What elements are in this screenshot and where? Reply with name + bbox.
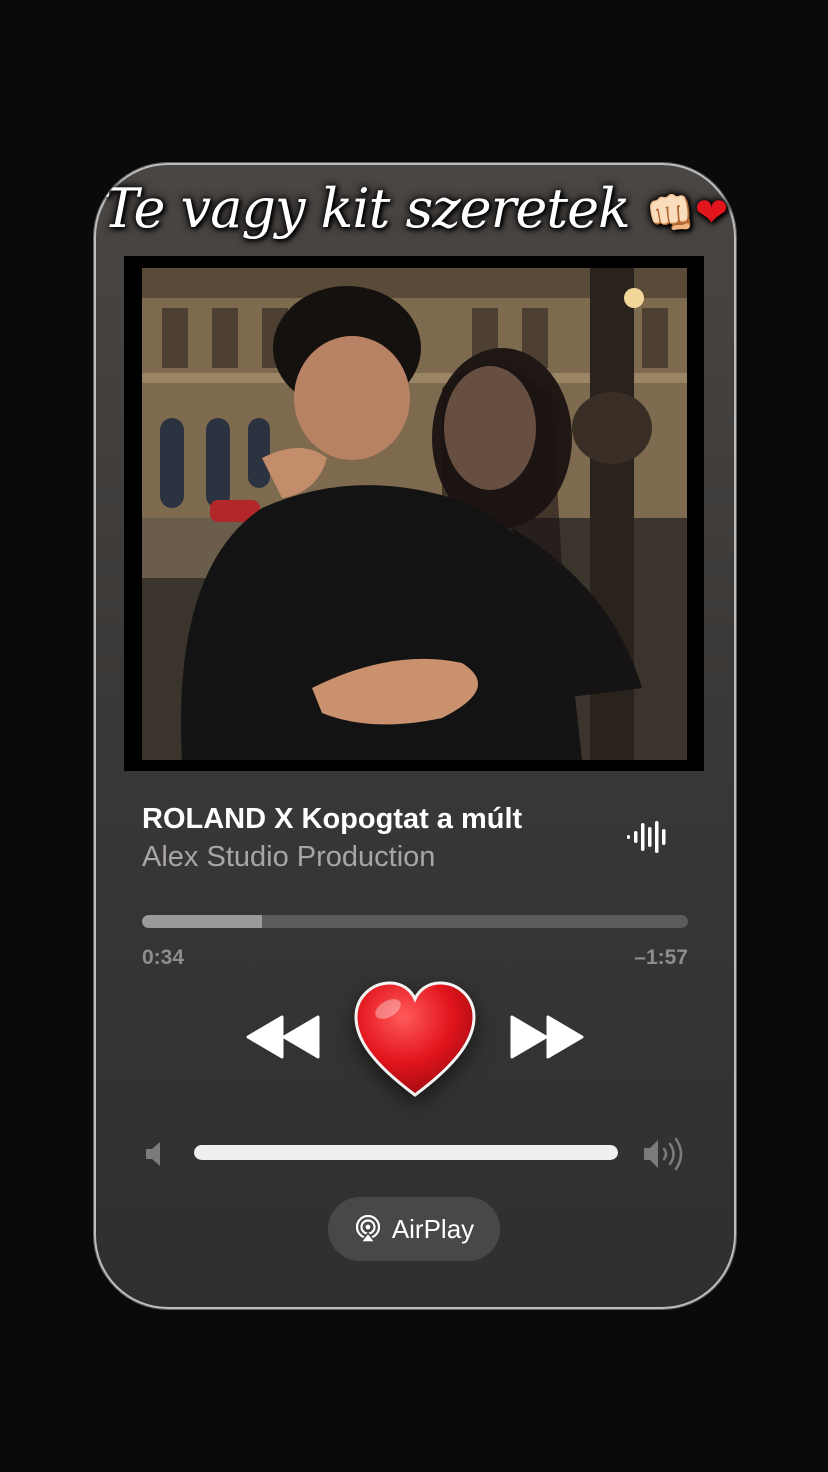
rewind-button[interactable] <box>246 1015 322 1059</box>
fast-forward-button[interactable] <box>508 1015 584 1059</box>
album-artwork <box>142 268 687 760</box>
heart-button[interactable] <box>352 979 478 1105</box>
screen: Te vagy kit szeretek 👊🏻❤ ROLAND X Kopogt… <box>0 0 828 1472</box>
story-caption: Te vagy kit szeretek 👊🏻❤ <box>94 177 736 240</box>
airplay-icon <box>355 1215 380 1243</box>
waveform-icon[interactable] <box>626 819 670 855</box>
rewind-icon <box>246 1015 320 1059</box>
track-artist[interactable]: Alex Studio Production <box>142 841 435 874</box>
fast-forward-icon <box>510 1015 584 1059</box>
speaker-low-icon <box>146 1142 160 1166</box>
airplay-label: AirPlay <box>391 1213 475 1244</box>
fist-emoji: 👊🏻 <box>645 190 696 237</box>
now-playing-card: Te vagy kit szeretek 👊🏻❤ ROLAND X Kopogt… <box>94 163 736 1309</box>
progress-scrubber[interactable] <box>142 915 688 928</box>
artwork-illustration <box>142 268 687 760</box>
speaker-high-icon <box>644 1137 683 1171</box>
remaining-time: –1:57 <box>634 946 688 969</box>
track-title: ROLAND X Kopogtat a múlt <box>142 803 523 835</box>
heart-icon <box>354 981 476 1097</box>
volume-slider[interactable] <box>194 1145 618 1160</box>
progress-fill <box>142 915 263 928</box>
heart-emoji: ❤ <box>694 190 729 236</box>
volume-fill <box>194 1145 618 1160</box>
album-art-frame <box>124 256 704 771</box>
elapsed-time: 0:34 <box>142 946 185 969</box>
caption-text: Te vagy kit szeretek <box>102 177 631 240</box>
airplay-button[interactable]: AirPlay <box>328 1197 500 1261</box>
